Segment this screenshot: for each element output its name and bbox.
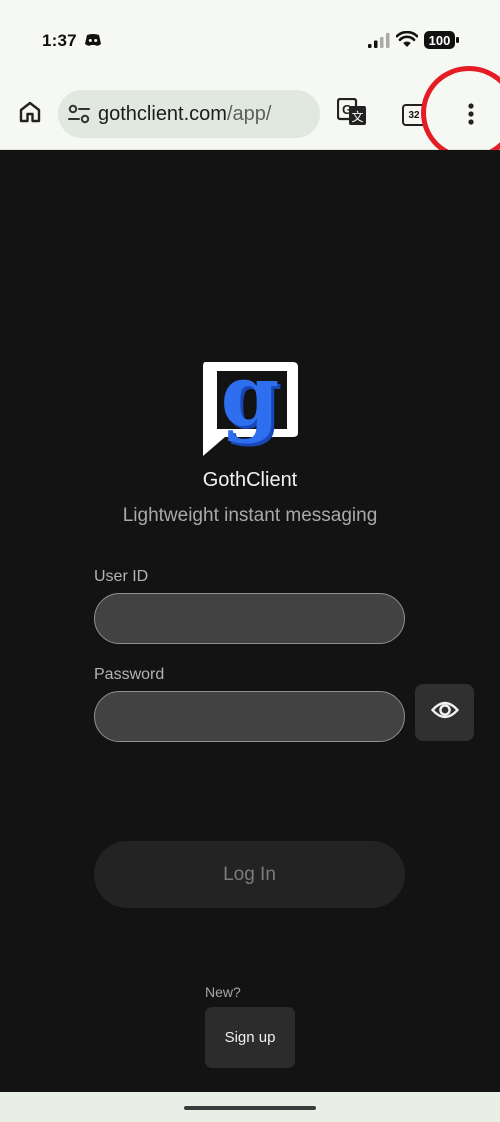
home-button[interactable]: [12, 96, 48, 132]
eye-icon: [430, 700, 459, 725]
signal-icon: [368, 33, 390, 53]
battery-icon: 100: [424, 31, 460, 54]
status-bar: 1:37 100: [0, 0, 500, 80]
url-host: gothclient.com: [98, 102, 227, 125]
tab-count: 32: [408, 109, 420, 121]
password-label: Password: [94, 666, 165, 683]
address-bar[interactable]: gothclient.com/app/: [58, 90, 320, 138]
url-path: /app/: [226, 102, 272, 125]
home-icon: [18, 100, 42, 129]
app-name: GothClient: [202, 469, 298, 491]
status-time: 1:37: [42, 31, 77, 50]
login-button[interactable]: Log In: [94, 841, 405, 908]
app-logo: g g: [201, 346, 299, 463]
login-screen: g g GothClient Lightweight instant messa…: [0, 150, 500, 1092]
user-id-label: User ID: [94, 568, 149, 585]
navigation-gesture-area: [0, 1092, 500, 1122]
signup-button[interactable]: Sign up: [205, 1007, 295, 1068]
translate-icon: G 文: [336, 97, 367, 131]
new-user-label: New?: [205, 984, 241, 1000]
user-id-input[interactable]: [94, 593, 405, 644]
wifi-icon: [395, 30, 419, 53]
password-input[interactable]: [94, 691, 405, 742]
show-password-button[interactable]: [415, 684, 474, 741]
svg-text:文: 文: [351, 109, 363, 124]
battery-level: 100: [429, 33, 451, 48]
discord-icon: [84, 33, 102, 53]
app-tagline: Lightweight instant messaging: [122, 505, 378, 526]
home-indicator[interactable]: [184, 1106, 316, 1110]
site-settings-icon[interactable]: [68, 104, 90, 124]
logo-letter: g: [221, 360, 280, 445]
translate-button[interactable]: G 文: [334, 96, 370, 132]
